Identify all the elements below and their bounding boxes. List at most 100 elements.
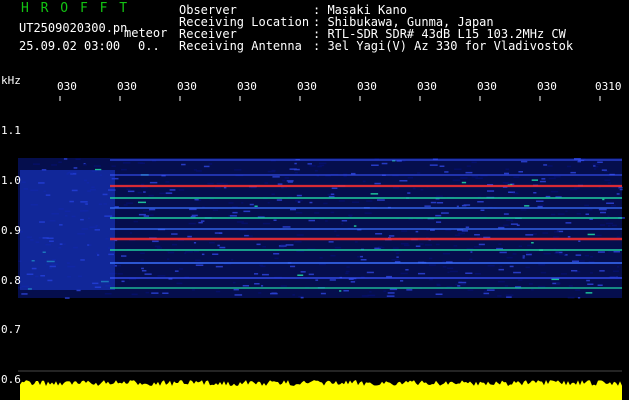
noise-speckle <box>509 265 514 268</box>
noise-speckle <box>460 283 466 286</box>
noise-speckle <box>455 283 459 286</box>
noise-speckle <box>261 285 264 287</box>
noise-speckle <box>83 164 87 166</box>
noise-speckle <box>505 294 514 296</box>
noise-speckle <box>267 202 270 204</box>
noise-speckle <box>608 251 614 253</box>
noise-speckle <box>123 204 128 206</box>
noise-speckle <box>393 187 400 189</box>
noise-speckle <box>466 165 471 167</box>
noise-speckle <box>369 291 372 293</box>
noise-speckle <box>599 270 605 272</box>
noise-speckle <box>550 213 556 216</box>
noise-speckle <box>574 187 580 189</box>
noise-speckle <box>233 288 239 291</box>
noise-speckle <box>371 164 379 166</box>
noise-speckle <box>518 245 522 247</box>
noise-speckle <box>471 161 477 164</box>
date-time: 25.09.02 03:00 <box>19 39 121 53</box>
noise-speckle <box>234 169 242 171</box>
noise-speckle <box>547 165 553 167</box>
noise-speckle <box>594 168 597 170</box>
noise-speckle <box>334 246 342 249</box>
noise-speckle <box>232 211 238 214</box>
noise-speckle <box>286 180 294 182</box>
noise-speckle <box>314 170 318 172</box>
noise-speckle <box>209 242 215 244</box>
noise-speckle <box>487 190 495 192</box>
noise-speckle <box>274 257 279 260</box>
noise-speckle <box>504 285 509 287</box>
noise-speckle <box>207 182 214 185</box>
noise-speckle <box>140 252 145 254</box>
noise-speckle <box>430 201 437 204</box>
noise-speckle <box>531 288 534 291</box>
noise-speckle <box>601 169 607 171</box>
noise-speckle <box>129 232 132 234</box>
noise-speckle <box>568 285 573 287</box>
noise-speckle <box>412 187 416 190</box>
noise-speckle <box>429 264 436 266</box>
noise-speckle <box>584 204 589 207</box>
meteor-burst-region <box>20 170 115 290</box>
noise-speckle <box>604 218 608 221</box>
noise-speckle <box>162 292 169 294</box>
noise-speckle <box>381 162 388 165</box>
noise-speckle <box>307 163 312 165</box>
noise-speckle <box>318 162 327 165</box>
noise-speckle <box>138 201 146 204</box>
noise-speckle <box>75 158 81 160</box>
noise-speckle <box>453 245 458 247</box>
noise-speckle <box>539 204 545 206</box>
noise-speckle <box>231 258 234 261</box>
noise-speckle <box>598 208 607 211</box>
file-name: UT2509020300.pn <box>19 21 128 35</box>
y-label-0-9: 0.9 <box>1 224 21 237</box>
noise-speckle <box>429 278 433 281</box>
axis-unit: kHz <box>1 74 21 87</box>
noise-speckle <box>419 243 424 245</box>
noise-speckle <box>349 215 352 218</box>
noise-speckle <box>127 190 135 193</box>
noise-speckle <box>315 279 319 281</box>
spectrum-bar <box>20 380 622 400</box>
noise-speckle <box>571 270 578 272</box>
noise-speckle <box>262 246 266 248</box>
noise-speckle <box>567 296 575 299</box>
noise-speckle <box>133 220 138 223</box>
time-tick: 030 <box>357 80 377 93</box>
noise-speckle <box>228 202 234 204</box>
noise-speckle <box>191 214 198 217</box>
noise-speckle <box>531 179 538 181</box>
noise-speckle <box>259 264 263 267</box>
noise-speckle <box>58 161 62 163</box>
noise-speckle <box>215 187 221 189</box>
noise-speckle <box>578 240 581 242</box>
noise-speckle <box>178 189 185 191</box>
meteor-label: meteor <box>124 26 168 40</box>
time-tick: 030 <box>417 80 437 93</box>
noise-speckle <box>554 231 559 233</box>
noise-speckle <box>528 283 533 285</box>
noise-speckle <box>483 290 487 292</box>
noise-speckle <box>436 221 442 223</box>
noise-speckle <box>513 271 521 274</box>
noise-speckle <box>512 253 517 255</box>
spectrogram-plot <box>18 96 625 400</box>
noise-speckle <box>391 259 399 261</box>
noise-speckle <box>543 252 551 255</box>
noise-speckle <box>201 253 205 256</box>
noise-speckle <box>244 234 250 237</box>
noise-speckle <box>334 230 337 232</box>
noise-speckle <box>143 215 149 217</box>
noise-speckle <box>93 165 101 167</box>
noise-speckle <box>619 188 623 191</box>
noise-speckle <box>181 163 186 166</box>
y-label-0-6: 0.6 <box>1 373 21 386</box>
noise-speckle <box>375 233 383 235</box>
noise-speckle <box>567 236 571 238</box>
time-tick: 030 <box>297 80 317 93</box>
noise-speckle <box>559 253 566 256</box>
app-title: H R O F F T <box>21 1 130 16</box>
noise-speckle <box>191 289 195 291</box>
